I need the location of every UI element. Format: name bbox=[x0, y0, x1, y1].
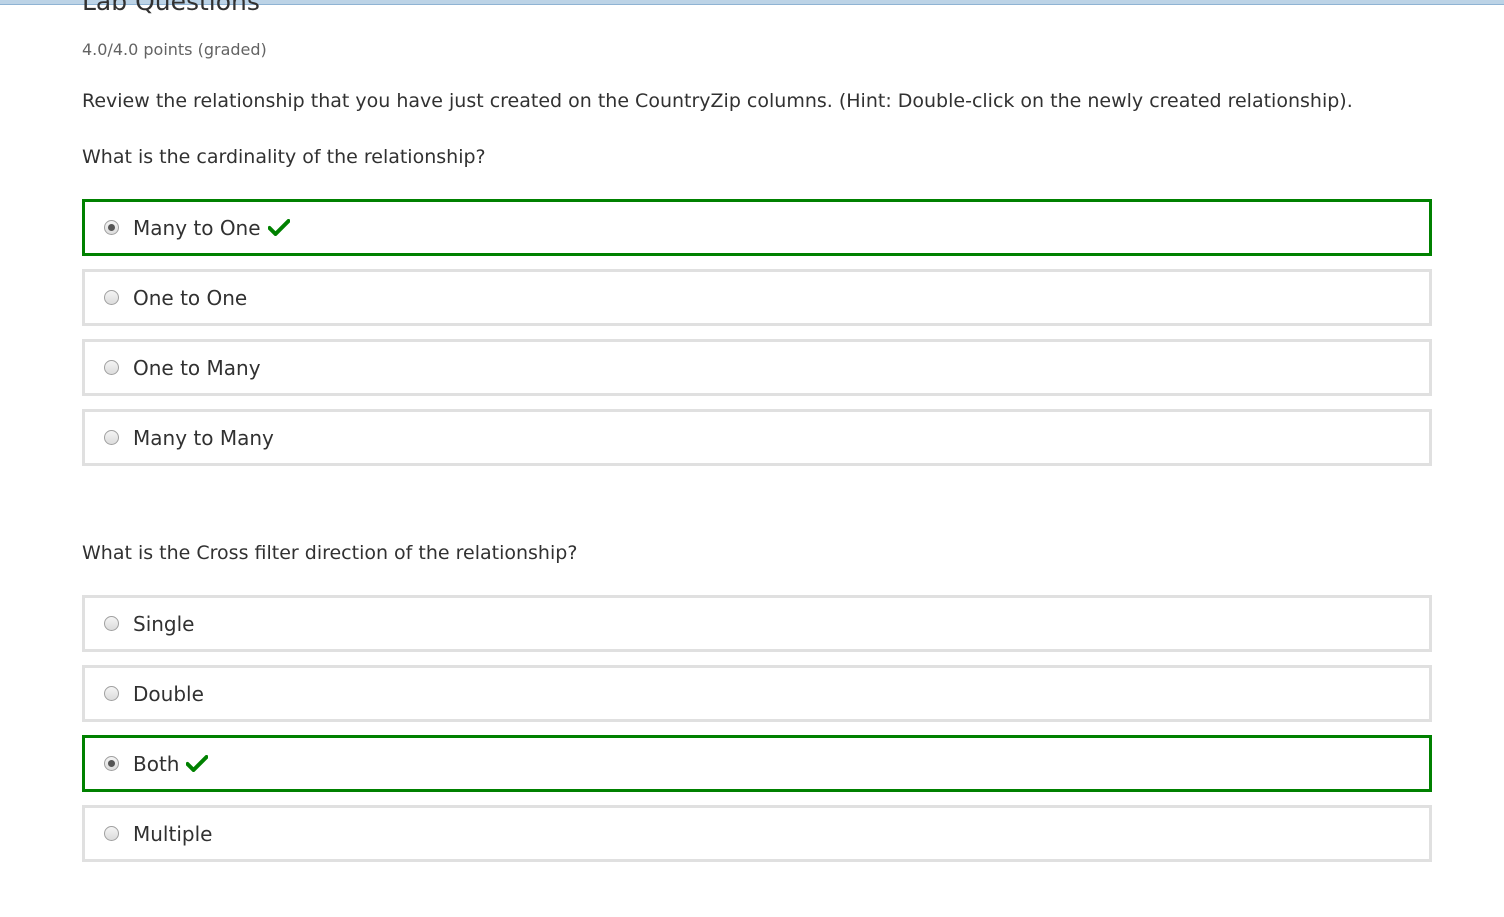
choice-many-to-many[interactable]: Many to Many bbox=[82, 409, 1432, 466]
choice-double[interactable]: Double bbox=[82, 665, 1432, 722]
checkmark-icon bbox=[267, 219, 290, 236]
points-status: 4.0/4.0 points (graded) bbox=[82, 40, 267, 59]
question-2-prompt: What is the Cross filter direction of th… bbox=[82, 542, 578, 564]
problem-instruction: Review the relationship that you have ju… bbox=[82, 90, 1353, 112]
choice-label: Multiple bbox=[133, 821, 213, 846]
question-2-choices: Single Double Both Multiple bbox=[82, 595, 1432, 875]
radio-button[interactable] bbox=[104, 616, 119, 631]
choice-one-to-many[interactable]: One to Many bbox=[82, 339, 1432, 396]
choice-label: One to Many bbox=[133, 355, 261, 380]
choice-both[interactable]: Both bbox=[82, 735, 1432, 792]
radio-button[interactable] bbox=[104, 430, 119, 445]
choice-multiple[interactable]: Multiple bbox=[82, 805, 1432, 862]
question-1-prompt: What is the cardinality of the relations… bbox=[82, 146, 486, 168]
choice-label: Both bbox=[133, 751, 180, 776]
choice-one-to-one[interactable]: One to One bbox=[82, 269, 1432, 326]
choice-label: One to One bbox=[133, 285, 248, 310]
radio-button[interactable] bbox=[104, 220, 119, 235]
choice-label: Many to One bbox=[133, 215, 261, 240]
choice-label: Double bbox=[133, 681, 204, 706]
checkmark-icon bbox=[186, 755, 209, 772]
radio-button[interactable] bbox=[104, 826, 119, 841]
radio-button[interactable] bbox=[104, 360, 119, 375]
choice-label: Many to Many bbox=[133, 425, 274, 450]
radio-button[interactable] bbox=[104, 686, 119, 701]
choice-many-to-one[interactable]: Many to One bbox=[82, 199, 1432, 256]
choice-label: Single bbox=[133, 611, 195, 636]
radio-selected-dot bbox=[108, 760, 115, 767]
question-1-choices: Many to One One to One One to Many Many … bbox=[82, 199, 1432, 479]
radio-button[interactable] bbox=[104, 756, 119, 771]
radio-button[interactable] bbox=[104, 290, 119, 305]
radio-selected-dot bbox=[108, 224, 115, 231]
problem-title: Lab Questions bbox=[82, 0, 260, 16]
choice-single[interactable]: Single bbox=[82, 595, 1432, 652]
